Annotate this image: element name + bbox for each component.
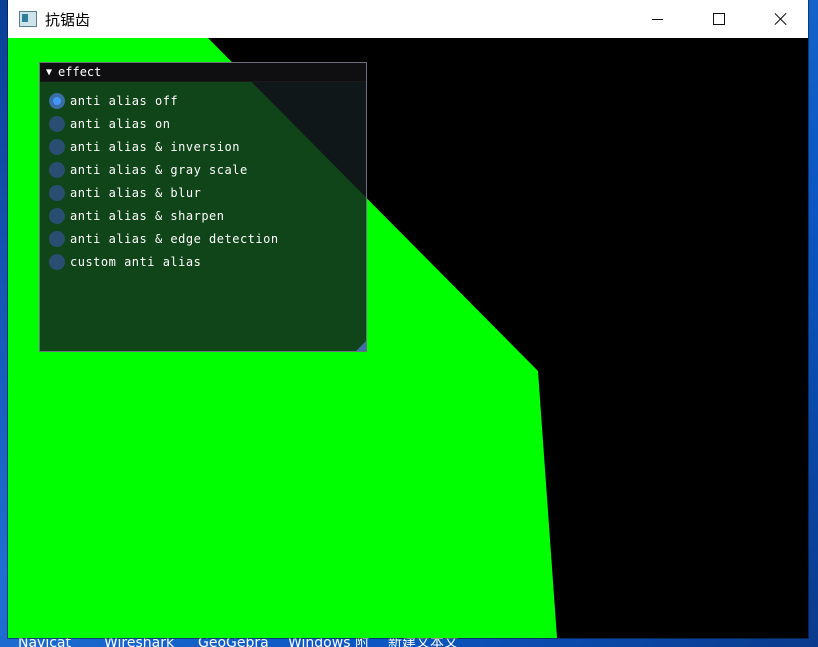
window-title: 抗锯齿 [45, 10, 91, 29]
maximize-button[interactable] [696, 0, 742, 38]
radio-icon[interactable] [49, 230, 65, 247]
option-label: anti alias & inversion [70, 139, 240, 154]
option-label: anti alias & gray scale [70, 162, 248, 177]
app-icon [19, 11, 37, 27]
radio-icon[interactable] [49, 115, 65, 132]
effect-panel[interactable]: ▼ effect anti alias off anti alias on an… [39, 62, 367, 352]
effect-options: anti alias off anti alias on anti alias … [40, 82, 366, 273]
minimize-button[interactable] [634, 0, 680, 38]
maximize-icon [713, 13, 725, 25]
option-anti-alias-on[interactable]: anti alias on [40, 112, 366, 135]
radio-icon[interactable] [49, 207, 65, 224]
radio-icon[interactable] [49, 184, 65, 201]
minimize-icon [651, 18, 663, 20]
option-anti-alias-off[interactable]: anti alias off [40, 89, 366, 112]
option-label: anti alias & edge detection [70, 231, 279, 246]
option-label: anti alias off [70, 93, 179, 108]
option-custom-anti-alias[interactable]: custom anti alias [40, 250, 366, 273]
option-label: anti alias & blur [70, 185, 202, 200]
resize-grip-icon[interactable] [356, 341, 366, 351]
radio-icon[interactable] [49, 161, 65, 178]
option-anti-alias-inversion[interactable]: anti alias & inversion [40, 135, 366, 158]
close-button[interactable] [758, 0, 804, 38]
collapse-arrow-icon[interactable]: ▼ [46, 67, 52, 78]
title-bar[interactable]: 抗锯齿 [8, 0, 808, 38]
radio-icon[interactable] [49, 138, 65, 155]
close-icon [774, 12, 788, 26]
option-label: custom anti alias [70, 254, 202, 269]
radio-icon-checked[interactable] [49, 92, 65, 109]
radio-icon[interactable] [49, 253, 65, 270]
app-window: 抗锯齿 ▼ effect anti alias off anti alias o… [8, 0, 808, 638]
option-anti-alias-blur[interactable]: anti alias & blur [40, 181, 366, 204]
panel-header[interactable]: ▼ effect [40, 63, 366, 82]
option-label: anti alias on [70, 116, 171, 131]
render-canvas[interactable]: ▼ effect anti alias off anti alias on an… [8, 38, 808, 638]
option-label: anti alias & sharpen [70, 208, 225, 223]
option-anti-alias-sharpen[interactable]: anti alias & sharpen [40, 204, 366, 227]
panel-title: effect [58, 65, 102, 79]
option-anti-alias-gray-scale[interactable]: anti alias & gray scale [40, 158, 366, 181]
option-anti-alias-edge-detection[interactable]: anti alias & edge detection [40, 227, 366, 250]
